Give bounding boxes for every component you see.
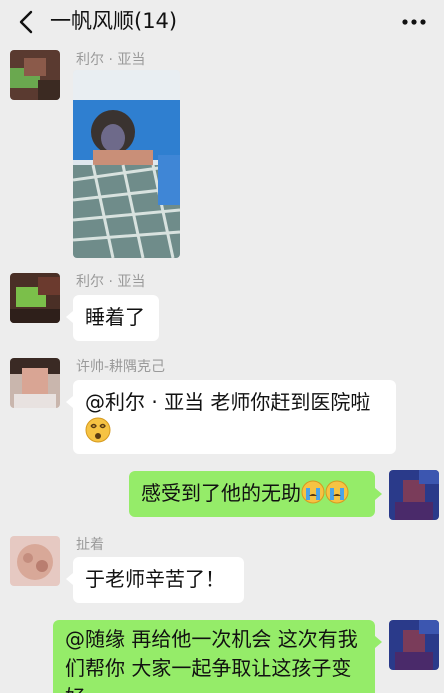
avatar[interactable] [10, 50, 60, 100]
message-text-line: @随缘 再给他一次机会 这次有我 [65, 627, 358, 651]
crying-emoji-icon [301, 480, 325, 504]
bubble-tail [375, 488, 382, 500]
more-icon[interactable] [400, 10, 428, 34]
message-text: 感受到了他的无助 [141, 481, 301, 505]
message-text: @利尔 · 亚当 老师你赶到医院啦 [85, 390, 371, 414]
bubble-tail [66, 396, 73, 408]
message-bubble[interactable]: 于老师辛苦了！ [73, 557, 244, 603]
message-text: 于老师辛苦了！ [85, 567, 225, 591]
avatar[interactable] [10, 273, 60, 323]
sender-name: 利尔 · 亚当 [76, 274, 146, 290]
back-icon[interactable] [14, 8, 40, 36]
chat-header: 一帆风顺(14) [0, 0, 444, 44]
avatar[interactable] [10, 358, 60, 408]
sender-name: 利尔 · 亚当 [76, 52, 146, 68]
sender-name: 扯着 [76, 537, 104, 553]
message-text: 睡着了 [85, 305, 145, 329]
bubble-tail [66, 311, 73, 323]
avatar-self[interactable] [389, 620, 439, 670]
message-bubble[interactable]: @利尔 · 亚当 老师你赶到医院啦 [73, 380, 396, 454]
bubble-tail [375, 636, 382, 648]
message-bubble-self[interactable]: @随缘 再给他一次机会 这次有我 们帮你 大家一起争取让这孩子变 好 [53, 620, 375, 693]
message-photo[interactable] [73, 70, 180, 258]
sender-name: 许帅-耕隅克己 [76, 359, 166, 375]
message-bubble[interactable]: 睡着了 [73, 295, 159, 341]
crying-emoji-icon [325, 480, 349, 504]
message-bubble-self[interactable]: 感受到了他的无助 [129, 471, 375, 517]
avatar[interactable] [10, 536, 60, 586]
dizzy-emoji-icon [85, 417, 111, 443]
message-text-line: 们帮你 大家一起争取让这孩子变 [65, 656, 352, 680]
avatar-self[interactable] [389, 470, 439, 520]
bubble-tail [66, 573, 73, 585]
chat-title: 一帆风顺(14) [50, 9, 178, 33]
message-text-line: 好 [65, 683, 363, 693]
